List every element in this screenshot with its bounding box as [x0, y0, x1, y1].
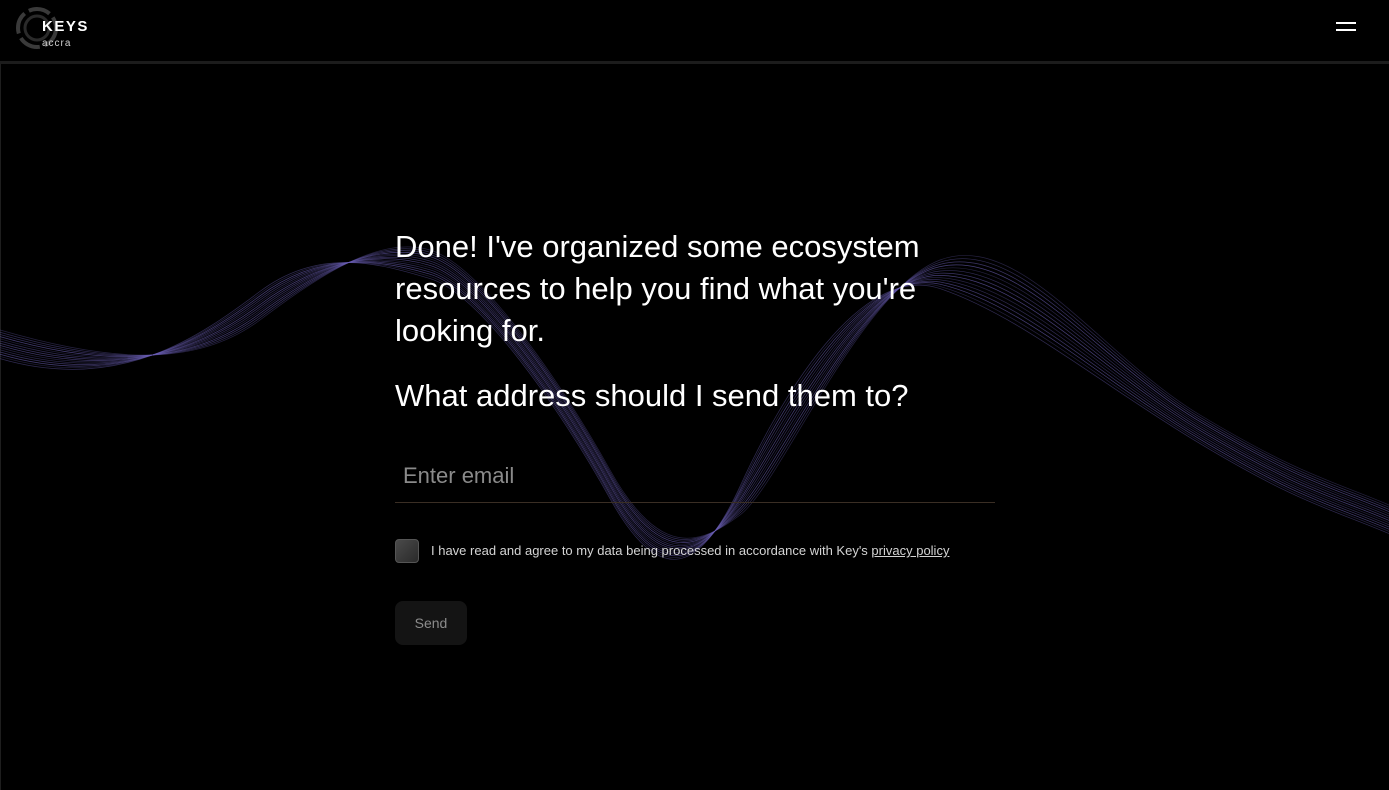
consent-text: I have read and agree to my data being p…	[431, 543, 872, 558]
email-question: What address should I send them to?	[395, 378, 909, 413]
consent-checkbox[interactable]	[395, 539, 419, 563]
privacy-policy-link[interactable]: privacy policy	[871, 543, 949, 558]
consent-row: I have read and agree to my data being p…	[395, 539, 1015, 563]
email-input[interactable]	[395, 450, 995, 502]
hamburger-menu-icon[interactable]	[1330, 16, 1362, 38]
logo-subtitle: accra	[42, 38, 72, 49]
intro-message: Done! I've organized some ecosystem reso…	[395, 229, 920, 348]
keys-logo[interactable]: KEYS accra	[14, 5, 104, 51]
top-header: KEYS accra	[0, 0, 1389, 64]
main-content: Done! I've organized some ecosystem reso…	[395, 226, 995, 416]
consent-label: I have read and agree to my data being p…	[431, 543, 949, 558]
send-button[interactable]: Send	[395, 601, 467, 645]
menu-line-bottom	[1336, 29, 1356, 31]
email-field-wrapper	[395, 450, 995, 503]
menu-line-top	[1336, 22, 1356, 24]
logo-title: KEYS	[42, 18, 89, 35]
